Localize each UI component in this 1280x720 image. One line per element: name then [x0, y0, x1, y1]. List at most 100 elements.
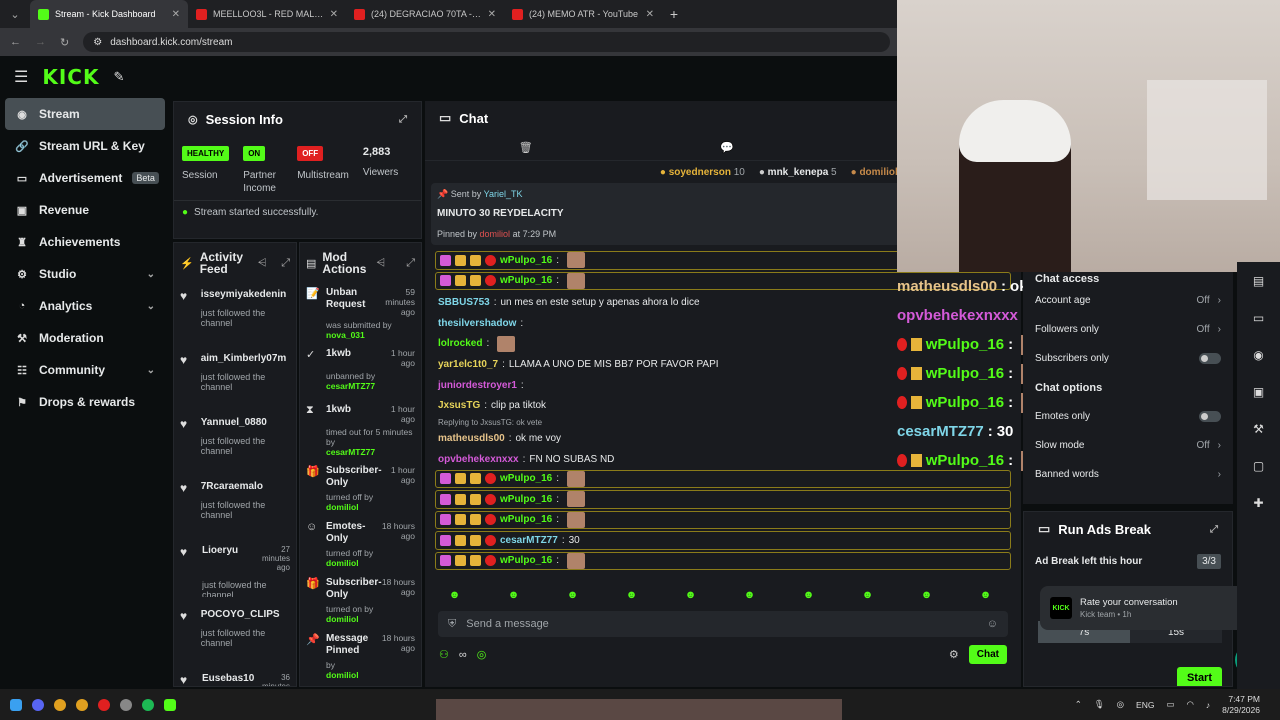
forward-icon[interactable]: → [35, 36, 46, 48]
reload-icon[interactable]: ↻ [60, 36, 69, 49]
sidebar-item-analytics[interactable]: ◔ Analytics ⌄ [5, 290, 165, 322]
expand-icon[interactable]: ⤢ [399, 114, 407, 125]
expand-icon[interactable]: ⤢ [406, 257, 415, 270]
chevron-up-icon[interactable]: ⌃ [1075, 699, 1082, 710]
display-icon[interactable]: ▭ [1166, 699, 1174, 710]
emote-icon[interactable]: ☻ [744, 589, 756, 601]
record-icon[interactable]: ◉ [1237, 336, 1280, 373]
chat-username[interactable]: lolrocked [438, 338, 482, 349]
followers-only-row[interactable]: Followers only Off › [1023, 315, 1233, 344]
close-tab-icon[interactable]: ✕ [330, 9, 338, 20]
settings-gear-icon[interactable]: ⚙ [949, 648, 959, 661]
emotes-only-toggle[interactable] [1199, 411, 1221, 422]
trash-icon[interactable]: 🗑 [519, 141, 533, 154]
chat-username[interactable]: SBBUS753 [438, 297, 490, 308]
message-icon[interactable]: ▭ [1237, 299, 1280, 336]
chat-username[interactable]: wPulpo_16 [500, 494, 552, 505]
sidebar-item-community[interactable]: ☷ Community ⌄ [5, 354, 165, 386]
windows-start-icon[interactable] [10, 698, 22, 711]
sidebar-item-moderation[interactable]: ⚒ Moderation [5, 322, 165, 354]
notification-toast[interactable]: KICK Rate your conversation Kick team • 1… [1040, 586, 1266, 630]
close-tab-icon[interactable]: ✕ [172, 9, 180, 20]
site-info-icon[interactable]: ⚙ [93, 37, 102, 48]
pinned-by-user[interactable]: domiliol [480, 229, 511, 239]
chat-message[interactable]: cesarMTZ77: 30 [435, 531, 1011, 550]
expand-icon[interactable]: ⤢ [281, 257, 290, 270]
url-field[interactable]: ⚙ dashboard.kick.com/stream [83, 32, 890, 52]
moderator-name[interactable]: domiliol [326, 614, 359, 624]
slow-mode-row[interactable]: Slow mode Off › [1023, 431, 1233, 460]
layout-icon[interactable]: ▣ [1237, 373, 1280, 410]
moderator-name[interactable]: cesarMTZ77 [326, 381, 375, 391]
back-icon[interactable]: ← [10, 36, 21, 48]
emote-icon[interactable]: ☻ [449, 589, 461, 601]
sidebar-item-advertisement[interactable]: ▭ Advertisement Beta [5, 162, 165, 194]
tab-youtube-2[interactable]: (24) DEGRACIAO 70TA - YouTu ✕ [346, 0, 504, 28]
volume-icon[interactable]: ♪ [1206, 700, 1210, 710]
emote-icon[interactable]: ☻ [980, 589, 992, 601]
gifter-entry[interactable]: ● soyednerson 10 [660, 167, 745, 178]
follower-name[interactable]: POCOYO_CLIPS [201, 609, 290, 620]
tab-search-icon[interactable]: ⌄ [0, 0, 30, 28]
sidebar-item-achievements[interactable]: ♜ Achievements [5, 226, 165, 258]
clock[interactable]: 7:47 PM 8/29/2026 [1222, 694, 1260, 716]
follower-name[interactable]: Lioeryu [202, 545, 238, 572]
chat-username[interactable]: wPulpo_16 [500, 473, 552, 484]
filter-icon[interactable]: ⩤ [376, 257, 385, 270]
emote-icon[interactable]: ☻ [626, 589, 638, 601]
emote-icon[interactable]: ☻ [685, 589, 697, 601]
kick-app-icon[interactable] [164, 698, 176, 711]
tab-youtube-1[interactable]: MEELLOO3L - RED MALA (VIDE ✕ [188, 0, 346, 28]
puzzle-icon[interactable]: ✚ [1237, 484, 1280, 521]
tools-icon[interactable]: ⚒ [1237, 410, 1280, 447]
window-icon[interactable]: ▢ [1237, 447, 1280, 484]
moderator-name[interactable]: domiliol [326, 670, 359, 680]
start-ad-button[interactable]: Start [1176, 667, 1222, 686]
chat-panel-icon[interactable]: ▤ [1237, 262, 1280, 299]
chat-message[interactable]: wPulpo_16: [435, 490, 1011, 509]
emote-icon[interactable]: ☻ [803, 589, 815, 601]
users-icon[interactable]: ⚇ [439, 648, 449, 661]
gifter-entry[interactable]: ● mnk_kenepa 5 [759, 167, 837, 178]
filter-icon[interactable]: ⩤ [258, 257, 267, 270]
network-icon[interactable]: ◎ [1117, 699, 1124, 710]
obs-icon[interactable] [98, 698, 110, 711]
chat-username[interactable]: wPulpo_16 [500, 275, 552, 286]
chat-message[interactable]: wPulpo_16: [435, 510, 1011, 529]
follower-name[interactable]: Eusebas10 [202, 673, 254, 686]
chat-username[interactable]: wPulpo_16 [500, 514, 552, 525]
sidebar-item-studio[interactable]: ⚙ Studio ⌄ [5, 258, 165, 290]
subscribers-only-toggle[interactable] [1199, 353, 1221, 364]
follower-name[interactable]: aim_Kimberly07m [201, 353, 290, 364]
chat-username[interactable]: juniordestroyer1 [438, 380, 517, 391]
discord-icon[interactable] [32, 698, 44, 711]
moderator-name[interactable]: domiliol [326, 558, 359, 568]
moderator-name[interactable]: domiliol [326, 502, 359, 512]
close-tab-icon[interactable]: ✕ [488, 9, 496, 20]
new-tab-icon[interactable]: + [662, 6, 686, 22]
sidebar-item-stream[interactable]: ◉ Stream [5, 98, 165, 130]
follower-name[interactable]: isseymiyakedenin [201, 289, 290, 300]
kick-logo[interactable]: KICK [42, 65, 99, 89]
chat-message[interactable]: wPulpo_16: [435, 551, 1011, 570]
chat-username[interactable]: wPulpo_16 [500, 255, 552, 266]
chat-username[interactable]: opvbehekexnxxx [438, 454, 519, 465]
emote-icon[interactable]: ☻ [862, 589, 874, 601]
tab-kick-dashboard[interactable]: Stream - Kick Dashboard ✕ [30, 0, 188, 28]
emote-icon[interactable]: ☻ [921, 589, 933, 601]
account-age-row[interactable]: Account age Off › [1023, 286, 1233, 315]
chat-username[interactable]: wPulpo_16 [500, 555, 552, 566]
chat-username[interactable]: matheusdls00 [438, 433, 505, 444]
sent-by-user[interactable]: Yariel_TK [484, 189, 523, 199]
chat-username[interactable]: JxsusTG [438, 400, 480, 411]
menu-icon[interactable]: ☰ [14, 67, 28, 87]
settings-icon[interactable] [120, 698, 132, 711]
moderator-name[interactable]: nova_031 [326, 330, 365, 340]
moderator-name[interactable]: cesarMTZ77 [326, 447, 375, 457]
banned-words-row[interactable]: Banned words › [1023, 460, 1233, 489]
expand-icon[interactable]: ⤢ [1210, 524, 1218, 535]
timer-icon[interactable]: ◎ [477, 648, 487, 661]
chrome-icon[interactable] [54, 698, 66, 711]
chat-bubble-icon[interactable]: 💬 [720, 141, 734, 154]
send-chat-button[interactable]: Chat [968, 645, 1007, 664]
